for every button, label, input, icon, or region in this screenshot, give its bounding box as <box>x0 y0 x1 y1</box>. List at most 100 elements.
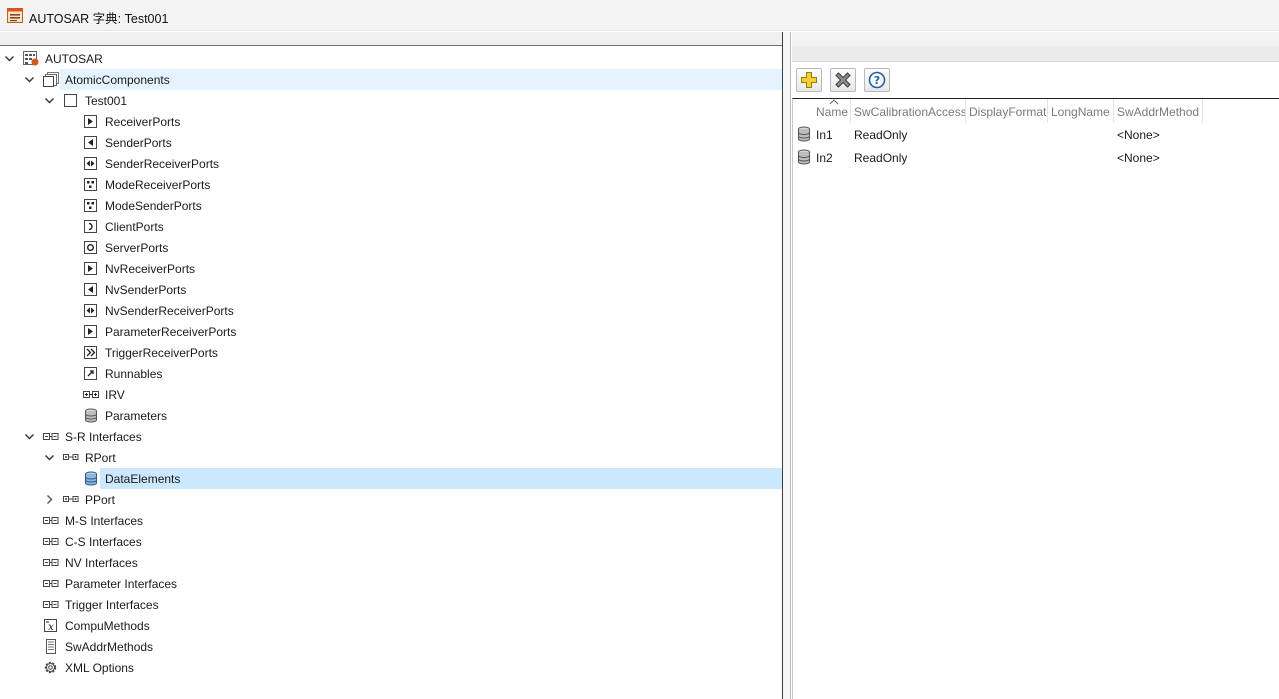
chevron-down-icon[interactable] <box>24 74 35 85</box>
tree-item[interactable]: AtomicComponents <box>25 69 782 90</box>
tree-item[interactable]: NvSenderReceiverPorts <box>0 300 782 321</box>
app-icon <box>7 8 23 23</box>
interfaces-icon <box>43 538 59 545</box>
tree-item[interactable]: SenderReceiverPorts <box>0 153 782 174</box>
window-title: AUTOSAR 字典: Test001 <box>29 12 169 26</box>
tree-item[interactable]: PPort <box>0 489 782 510</box>
chevron-down-icon[interactable] <box>24 431 35 442</box>
tree-item-label: TriggerReceiverPorts <box>105 346 218 360</box>
cell-swcalibrationaccess[interactable]: ReadOnly <box>854 128 907 142</box>
tree-item[interactable]: NV Interfaces <box>0 552 782 573</box>
tree-item-label: PPort <box>85 493 116 507</box>
column-header-swcalibrationaccess[interactable]: SwCalibrationAccess <box>851 99 966 123</box>
cell-name[interactable]: In2 <box>816 151 833 165</box>
nv-sender-port-icon <box>84 283 97 296</box>
component-icon <box>64 94 77 107</box>
cell-swaddrmethod[interactable]: <None> <box>1117 151 1160 165</box>
tree-item-label: RPort <box>85 451 116 465</box>
data-element-database-icon <box>798 149 810 165</box>
interfaces-icon <box>43 433 59 440</box>
tree-item-label: ReceiverPorts <box>105 115 181 129</box>
tree-item-label: Runnables <box>105 367 163 381</box>
sort-ascending-icon <box>829 99 839 105</box>
tree-header-strip <box>0 32 782 46</box>
cell-swaddrmethod[interactable]: <None> <box>1117 128 1160 142</box>
tree-item-label: DataElements <box>105 472 181 486</box>
tree-item-label: ModeReceiverPorts <box>105 178 211 192</box>
table-row[interactable]: In2 ReadOnly <None> <box>793 146 1279 169</box>
nv-receiver-port-icon <box>84 262 97 275</box>
chevron-down-icon[interactable] <box>44 95 55 106</box>
tree-item[interactable]: NvReceiverPorts <box>0 258 782 279</box>
tree-item-label: S-R Interfaces <box>65 430 142 444</box>
sender-port-icon <box>84 136 97 149</box>
tree-item[interactable]: ModeReceiverPorts <box>0 174 782 195</box>
tree-item-label: CompuMethods <box>65 619 150 633</box>
tree-item[interactable]: SenderPorts <box>0 132 782 153</box>
help-question-icon: ? <box>868 71 886 89</box>
tree-item[interactable]: x CompuMethods <box>0 615 782 636</box>
column-header-displayformat[interactable]: DisplayFormat <box>966 99 1048 123</box>
interface-icon <box>63 454 79 460</box>
server-port-icon <box>84 241 97 254</box>
tree-item-label: SwAddrMethods <box>65 640 154 654</box>
tree-item[interactable]: ModeSenderPorts <box>0 195 782 216</box>
delete-button[interactable] <box>830 68 856 92</box>
tree-item-label: M-S Interfaces <box>65 514 144 528</box>
tree-item[interactable]: Runnables <box>0 363 782 384</box>
cell-swcalibrationaccess[interactable]: ReadOnly <box>854 151 907 165</box>
tree-item[interactable]: ReceiverPorts <box>0 111 782 132</box>
tree-item[interactable]: DataElements <box>85 468 782 489</box>
tree-item[interactable]: ServerPorts <box>0 237 782 258</box>
tree-item[interactable]: IRV <box>0 384 782 405</box>
tree-item[interactable]: Trigger Interfaces <box>0 594 782 615</box>
interfaces-icon <box>43 601 59 608</box>
tree-item-label: SenderReceiverPorts <box>105 157 220 171</box>
nv-sender-receiver-port-icon <box>84 304 97 317</box>
tree-item[interactable]: SwAddrMethods <box>0 636 782 657</box>
title-bar: AUTOSAR 字典: Test001 <box>0 0 1279 31</box>
chevron-down-icon[interactable] <box>4 53 15 64</box>
tree-item[interactable]: Test001 <box>0 90 782 111</box>
tree-item-label: ParameterReceiverPorts <box>105 325 237 339</box>
mode-sender-port-icon <box>84 199 97 212</box>
interfaces-icon <box>43 517 59 524</box>
autosar-root-icon <box>23 51 39 66</box>
tree-item-label: ModeSenderPorts <box>105 199 202 213</box>
help-button[interactable]: ? <box>864 68 890 92</box>
tree-item[interactable]: S-R Interfaces <box>0 426 782 447</box>
tree-item-label: SenderPorts <box>105 136 172 150</box>
data-elements-table: Name SwCalibrationAccess DisplayFormat L… <box>792 98 1279 699</box>
dictionary-tree[interactable]: AUTOSAR AtomicComponents Test001 ReceiverPo… <box>0 48 782 699</box>
tree-item-label: NvReceiverPorts <box>105 262 196 276</box>
tree-item-label: ClientPorts <box>105 220 164 234</box>
tree-item[interactable]: XML Options <box>0 657 782 678</box>
svg-text:?: ? <box>874 74 880 87</box>
tree-item-label: AtomicComponents <box>65 73 170 87</box>
column-header-longname[interactable]: LongName <box>1048 99 1114 123</box>
tree-item[interactable]: TriggerReceiverPorts <box>0 342 782 363</box>
tree-item[interactable]: M-S Interfaces <box>0 510 782 531</box>
gear-icon <box>44 661 57 674</box>
pane-splitter[interactable] <box>782 32 791 699</box>
tree-item[interactable]: ParameterReceiverPorts <box>0 321 782 342</box>
tree-item[interactable]: ClientPorts <box>0 216 782 237</box>
chevron-down-icon[interactable] <box>44 452 55 463</box>
add-button[interactable] <box>796 68 822 92</box>
tree-item-label: AUTOSAR <box>45 52 103 66</box>
tree-item[interactable]: AUTOSAR <box>0 48 782 69</box>
cell-name[interactable]: In1 <box>816 128 833 142</box>
column-header-swaddrmethod[interactable]: SwAddrMethod <box>1114 99 1203 123</box>
table-row[interactable]: In1 ReadOnly <None> <box>793 123 1279 146</box>
right-pane-header <box>792 32 1279 62</box>
tree-item[interactable]: RPort <box>0 447 782 468</box>
tree-item[interactable]: Parameters <box>0 405 782 426</box>
compu-methods-icon: x <box>44 619 57 633</box>
chevron-right-icon[interactable] <box>44 494 55 505</box>
tree-item[interactable]: NvSenderPorts <box>0 279 782 300</box>
irv-icon <box>83 391 99 398</box>
interfaces-icon <box>43 559 59 566</box>
interfaces-icon <box>43 580 59 587</box>
tree-item[interactable]: C-S Interfaces <box>0 531 782 552</box>
tree-item[interactable]: Parameter Interfaces <box>0 573 782 594</box>
